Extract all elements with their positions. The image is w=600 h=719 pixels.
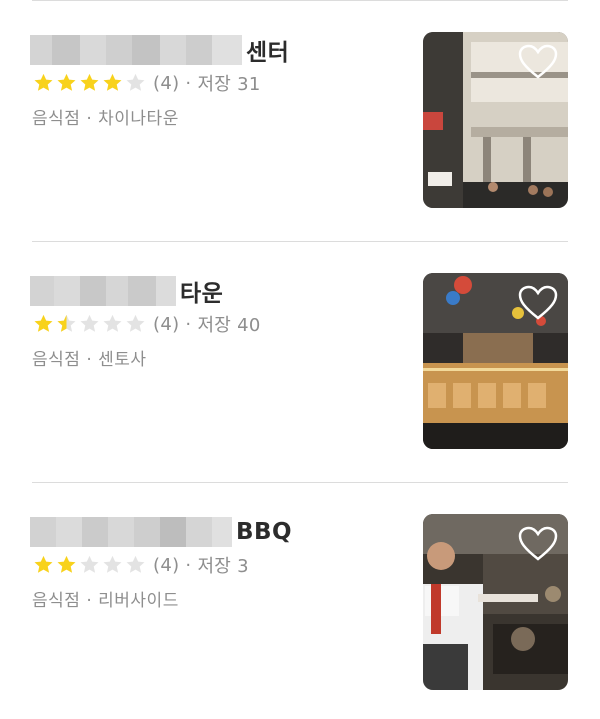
- separator: ·: [185, 72, 192, 94]
- star-icon: [34, 555, 53, 573]
- star-icon: [34, 73, 53, 91]
- star-icon: [126, 314, 145, 332]
- category: 음식점: [32, 591, 81, 611]
- listing-title-suffix: BBQ: [236, 519, 293, 545]
- heart-icon[interactable]: [518, 285, 558, 321]
- rating-row: (4) · 저장 3: [32, 552, 249, 578]
- star-rating: [32, 313, 147, 335]
- redacted-name: [30, 35, 242, 65]
- save-count: 저장 40: [197, 315, 261, 336]
- save-count: 저장 31: [197, 74, 261, 95]
- redacted-name: [30, 517, 232, 547]
- location: 차이나타운: [98, 109, 179, 129]
- divider: [32, 0, 568, 1]
- star-icon: [57, 73, 76, 91]
- separator: ·: [185, 313, 192, 335]
- redacted-name: [30, 276, 176, 306]
- list-item[interactable]: 타운 (4) · 저장 40 음식점 · 센토사: [0, 273, 600, 453]
- star-icon: [103, 555, 122, 573]
- listing-title[interactable]: 타운: [30, 273, 223, 309]
- list-item[interactable]: BBQ (4) · 저장 3 음식점 · 리버사이드: [0, 514, 600, 694]
- category-row: 음식점 · 차이나타운: [32, 104, 179, 129]
- separator: ·: [86, 591, 93, 611]
- save-count: 저장 3: [197, 556, 249, 577]
- location: 센토사: [98, 350, 147, 370]
- heart-icon[interactable]: [518, 526, 558, 562]
- separator: ·: [185, 554, 192, 576]
- rating-count: (4): [153, 72, 180, 94]
- listing-photo[interactable]: [423, 514, 568, 690]
- star-rating: [32, 72, 147, 94]
- category-row: 음식점 · 리버사이드: [32, 586, 179, 611]
- star-icon: [34, 314, 53, 332]
- category: 음식점: [32, 109, 81, 129]
- listing-title[interactable]: 센터: [30, 32, 289, 68]
- star-icon: [57, 555, 76, 573]
- heart-icon[interactable]: [518, 44, 558, 80]
- listing-title-suffix: 센터: [246, 40, 290, 66]
- category: 음식점: [32, 350, 81, 370]
- star-icon: [126, 73, 145, 91]
- rating-row: (4) · 저장 40: [32, 311, 261, 337]
- listing-list: 센터 (4) · 저장 31 음식점 · 차이나타운 타운 (4) · 저장 4…: [0, 0, 600, 719]
- listing-photo[interactable]: [423, 32, 568, 208]
- star-icon: [103, 73, 122, 91]
- rating-count: (4): [153, 313, 180, 335]
- listing-photo[interactable]: [423, 273, 568, 449]
- star-icon: [80, 73, 99, 91]
- divider: [32, 482, 568, 483]
- list-item[interactable]: 센터 (4) · 저장 31 음식점 · 차이나타운: [0, 32, 600, 212]
- listing-title-suffix: 타운: [180, 281, 224, 307]
- star-icon: [103, 314, 122, 332]
- star-icon: [80, 314, 99, 332]
- separator: ·: [86, 109, 93, 129]
- separator: ·: [86, 350, 93, 370]
- star-icon: [80, 555, 99, 573]
- location: 리버사이드: [98, 591, 179, 611]
- listing-title[interactable]: BBQ: [30, 514, 292, 550]
- rating-count: (4): [153, 554, 180, 576]
- star-half-icon: [57, 314, 76, 332]
- category-row: 음식점 · 센토사: [32, 345, 147, 370]
- star-rating: [32, 554, 147, 576]
- star-icon: [126, 555, 145, 573]
- divider: [32, 241, 568, 242]
- rating-row: (4) · 저장 31: [32, 70, 261, 96]
